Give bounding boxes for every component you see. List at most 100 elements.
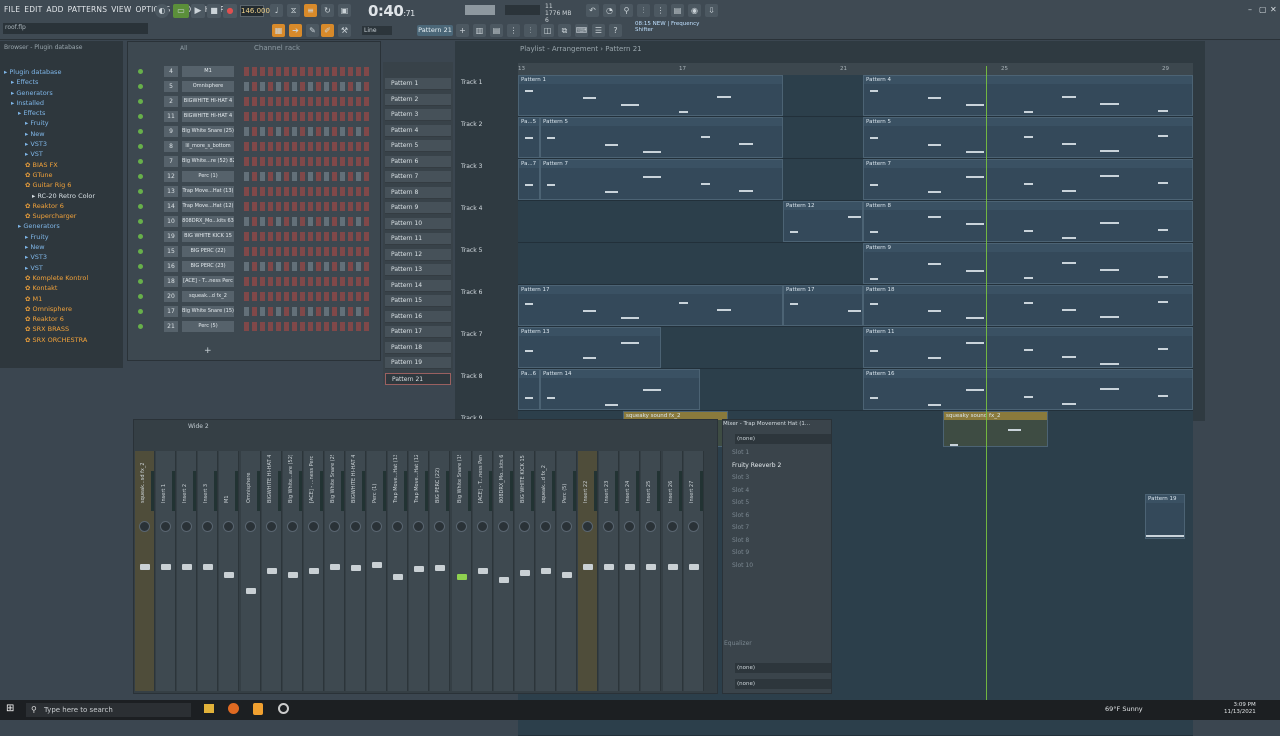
- draw-arrow-icon[interactable]: ➔: [289, 24, 302, 37]
- pattern-item[interactable]: Pattern 10: [385, 217, 451, 230]
- menu-edit[interactable]: EDIT: [24, 5, 42, 14]
- stop-button[interactable]: ■: [207, 4, 221, 18]
- mixer-strip[interactable]: M1: [219, 451, 240, 691]
- playlist-clip[interactable]: Pattern 8: [863, 201, 1193, 242]
- channel-led-icon[interactable]: [138, 114, 143, 119]
- channel-led-icon[interactable]: [138, 99, 143, 104]
- channel-mixer-target[interactable]: 18: [164, 276, 178, 287]
- help-icon[interactable]: ?: [609, 24, 622, 37]
- channel-name-button[interactable]: Omnisphere: [182, 81, 234, 92]
- channel-row[interactable]: 2 BIGWHITE HI-HAT 4: [132, 96, 378, 109]
- playlist-clip[interactable]: Pattern 7: [863, 159, 1193, 200]
- channel-led-icon[interactable]: [138, 129, 143, 134]
- step-sequencer[interactable]: [244, 307, 372, 316]
- track-header[interactable]: Track 2: [461, 117, 511, 157]
- pan-knob[interactable]: [223, 521, 235, 532]
- channel-mixer-target[interactable]: 19: [164, 231, 178, 242]
- channel-row[interactable]: 16 BIG PERC (23): [132, 261, 378, 274]
- browser-item[interactable]: ▸ Plugin database: [4, 67, 95, 77]
- pan-knob[interactable]: [539, 521, 551, 532]
- channel-mixer-target[interactable]: 10: [164, 216, 178, 227]
- browser-item[interactable]: ✿ Reaktor 6: [4, 201, 95, 211]
- channel-led-icon[interactable]: [138, 294, 143, 299]
- pattern-item[interactable]: Pattern 18: [385, 341, 451, 354]
- channel-led-icon[interactable]: [138, 324, 143, 329]
- volume-fader[interactable]: [498, 577, 509, 583]
- step-sequencer[interactable]: [244, 232, 372, 241]
- wait-icon[interactable]: ⧖: [287, 4, 300, 17]
- taskbar-clock[interactable]: 3:09 PM 11/13/2021: [1224, 702, 1256, 716]
- channel-mixer-target[interactable]: 12: [164, 171, 178, 182]
- volume-fader[interactable]: [688, 563, 699, 570]
- channel-row[interactable]: 13 Trap Move...Hat (13): [132, 186, 378, 199]
- volume-fader[interactable]: [161, 563, 172, 570]
- mixer-view-icon[interactable]: ⫶: [524, 24, 537, 37]
- playhead[interactable]: [986, 66, 987, 700]
- volume-fader[interactable]: [583, 563, 594, 570]
- step-sequencer[interactable]: [244, 217, 372, 226]
- channel-row[interactable]: 15 BIG PERC (22): [132, 246, 378, 259]
- effect-slot[interactable]: Slot 7: [732, 523, 817, 533]
- countdown-icon[interactable]: ≡: [304, 4, 317, 17]
- loop-record-icon[interactable]: ↻: [321, 4, 334, 17]
- browser-icon[interactable]: ◉: [688, 4, 701, 17]
- channel-view-icon[interactable]: ⋮: [507, 24, 520, 37]
- track-header[interactable]: Track 8: [461, 369, 511, 409]
- weather-readout[interactable]: 69°F Sunny: [1105, 705, 1143, 713]
- channel-led-icon[interactable]: [138, 309, 143, 314]
- channel-mixer-target[interactable]: 21: [164, 321, 178, 332]
- track-lane[interactable]: Pattern 13 Pattern 11: [518, 327, 1193, 369]
- track-lane[interactable]: Pattern 17 Pattern 17 Pattern 18: [518, 285, 1193, 327]
- effect-slot[interactable]: Slot 9: [732, 548, 817, 558]
- record-button[interactable]: ●: [223, 4, 237, 18]
- pattern-item[interactable]: Pattern 19: [385, 357, 451, 369]
- track-lane[interactable]: Pattern 12 Pattern 8: [518, 201, 1193, 243]
- playlist-clip[interactable]: Pattern 18: [863, 285, 1193, 326]
- blend-icon[interactable]: ▣: [338, 4, 351, 17]
- mixer-strip[interactable]: Insert 1: [156, 451, 177, 691]
- effect-slot[interactable]: Slot 3: [732, 473, 817, 483]
- pan-knob[interactable]: [497, 521, 509, 532]
- pan-knob[interactable]: [265, 521, 277, 532]
- mixer-strip[interactable]: [ACE] - ...ness Perc: [303, 451, 324, 691]
- minimize-icon[interactable]: –: [1248, 5, 1252, 14]
- channel-name-button[interactable]: Big White Snare (15): [182, 306, 234, 317]
- pattern-item[interactable]: Pattern 13: [385, 264, 451, 276]
- pattern-item[interactable]: Pattern 16: [385, 310, 451, 323]
- browser-item[interactable]: ▸ VST: [4, 149, 95, 159]
- pan-knob[interactable]: [139, 521, 150, 532]
- channel-led-icon[interactable]: [138, 84, 143, 89]
- menu-file[interactable]: FILE: [4, 5, 20, 14]
- effect-slot[interactable]: Fruity Reeverb 2: [732, 461, 817, 471]
- volume-fader[interactable]: [266, 568, 277, 574]
- browser-item[interactable]: ✿ Guitar Rig 6: [4, 180, 95, 190]
- pattern-item[interactable]: Pattern 17: [385, 326, 451, 338]
- snap-icon[interactable]: ▦: [272, 24, 285, 37]
- volume-fader[interactable]: [435, 565, 446, 571]
- volume-fader[interactable]: [182, 563, 193, 570]
- mixer-strip[interactable]: squeak...d fx_2: [535, 451, 556, 691]
- pattern-item[interactable]: Pattern 6: [385, 155, 451, 168]
- pencil-icon[interactable]: ✎: [306, 24, 319, 37]
- mixer-strip[interactable]: [ACE] - T...ness Perc: [472, 451, 493, 691]
- menu-add[interactable]: ADD: [46, 5, 63, 14]
- step-sequencer[interactable]: [244, 67, 372, 76]
- channel-row[interactable]: 7 Big White...re (52) 82: [132, 156, 378, 169]
- channel-name-button[interactable]: BIGWHITE HI-HAT 4: [182, 96, 234, 107]
- channel-name-button[interactable]: Big White...re (52) 82: [182, 156, 234, 167]
- channel-mixer-target[interactable]: 13: [164, 186, 178, 197]
- volume-fader[interactable]: [456, 574, 467, 580]
- pan-knob[interactable]: [413, 521, 425, 532]
- step-sequencer[interactable]: [244, 97, 372, 106]
- piano-roll-icon[interactable]: ▤: [671, 4, 684, 17]
- browser-item[interactable]: ▸ Generators: [4, 221, 95, 231]
- pan-knob[interactable]: [160, 521, 172, 532]
- pan-knob[interactable]: [286, 521, 298, 532]
- volume-fader[interactable]: [287, 572, 298, 579]
- volume-fader[interactable]: [372, 562, 383, 568]
- mixer-strip[interactable]: Insert 27: [683, 451, 704, 691]
- effect-slot[interactable]: Slot 10: [732, 561, 817, 571]
- playlist-clip[interactable]: Pattern 5: [540, 117, 783, 158]
- effect-slot[interactable]: Slot 5: [732, 498, 817, 508]
- channel-row[interactable]: 12 Perc (1): [132, 171, 378, 184]
